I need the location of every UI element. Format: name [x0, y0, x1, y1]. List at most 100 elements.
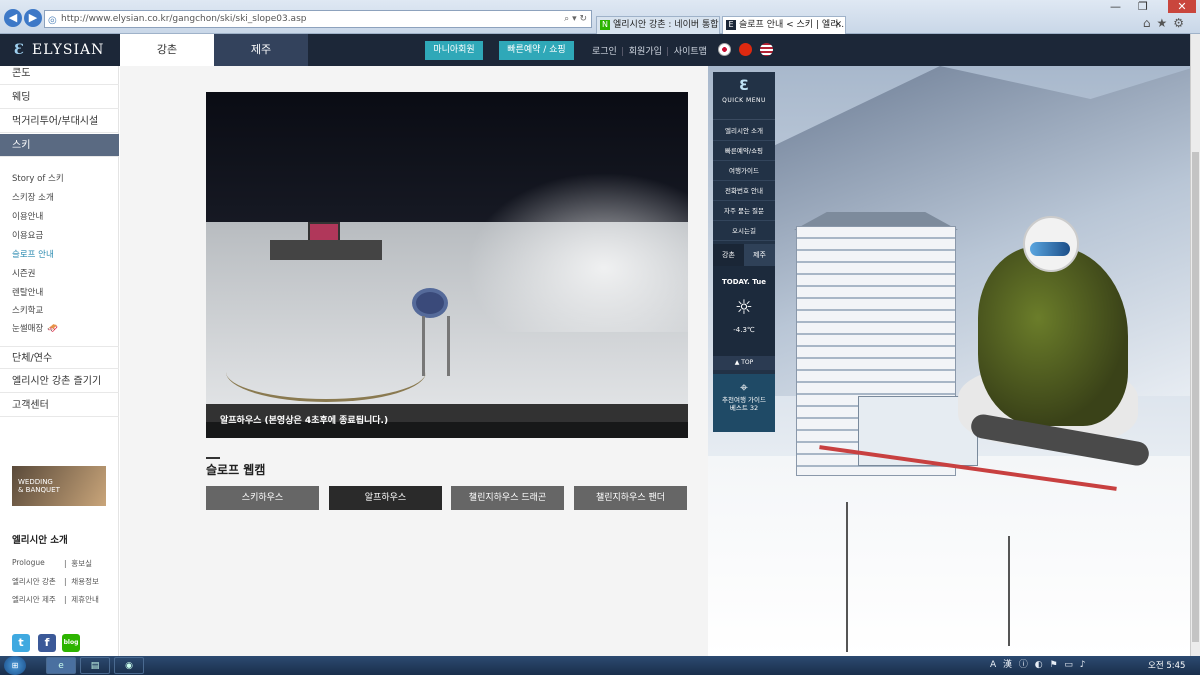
snow-groomer	[270, 222, 382, 272]
sitemap-link[interactable]: 사이트맵	[674, 44, 707, 57]
snow-hose	[226, 342, 426, 402]
sled-icon: 🛷	[47, 324, 59, 334]
wedding-banquet-banner[interactable]: WEDDING & BANQUET	[12, 466, 106, 506]
nav-fees[interactable]: 이용요금	[12, 229, 43, 241]
weather-widget: TODAY. Tue ☼ -4.3℃	[713, 266, 775, 356]
cam-button-challenge-panda[interactable]: 챌린지하우스 팬더	[574, 486, 687, 510]
nav-sledding[interactable]: 눈썰매장 🛷	[12, 322, 59, 334]
quick-menu-logo-icon: Ɛ	[739, 78, 749, 94]
light-pole	[846, 502, 848, 652]
page-scrollbar[interactable]	[1190, 34, 1200, 656]
nav-condo[interactable]: 콘도	[0, 62, 119, 85]
link-pr-office[interactable]: | 홍보실	[64, 558, 92, 569]
forward-icon[interactable]: ▶	[24, 9, 42, 27]
taskbar-chrome-icon[interactable]: ◉	[114, 657, 144, 674]
left-navigation: 콘도 웨딩 먹거리투어/부대시설 스키 Story of 스키 스키장 소개 이…	[0, 66, 119, 656]
twitter-icon[interactable]: t	[12, 634, 30, 652]
home-star-gear-icons[interactable]: ⌂★⚙	[1143, 16, 1190, 30]
system-tray[interactable]: A 漢 ⓘ ◐ ⚑ ▭ ♪	[990, 657, 1088, 670]
start-button-icon[interactable]: ⊞	[4, 656, 26, 675]
region-tab-gangchon[interactable]: 강촌	[120, 34, 214, 66]
groomer-track	[270, 240, 382, 260]
minimize-icon[interactable]: —	[1110, 0, 1121, 13]
nav-ski[interactable]: 스키	[0, 134, 119, 157]
nav-customer-center[interactable]: 고객센터	[0, 394, 119, 417]
browser-tab-naver[interactable]: N 엘리시안 강촌 : 네이버 통합검...	[596, 16, 720, 34]
link-elysian-jeju[interactable]: 엘리시안 제주	[12, 594, 56, 605]
sun-icon: ☼	[735, 295, 753, 319]
nav-season-pass[interactable]: 시즌권	[12, 267, 35, 279]
snowboarder-jacket	[978, 246, 1128, 426]
nav-ski-school[interactable]: 스키학교	[12, 304, 43, 316]
nav-sledding-label: 눈썰매장	[12, 324, 44, 334]
link-recruit[interactable]: | 채용정보	[64, 576, 99, 587]
snow-spray	[466, 172, 688, 332]
nav-ski-intro[interactable]: 스키장 소개	[12, 191, 54, 203]
webcam-view: 알프하우스 (본영상은 4초후에 종료됩니다.)	[206, 92, 688, 438]
site-header: Ɛ ELYSIAN 강촌 제주 마니아회원 빠른예약 / 쇼핑 로그인 | 회원가입…	[0, 34, 1190, 66]
facebook-icon[interactable]: f	[38, 634, 56, 652]
us-flag-icon[interactable]	[760, 43, 773, 56]
nav-wedding[interactable]: 웨딩	[0, 86, 119, 109]
taskbar-clock[interactable]: 오전 5:45	[1148, 659, 1185, 671]
link-prologue[interactable]: Prologue	[12, 558, 45, 567]
close-tab-icon[interactable]: ✕	[834, 17, 842, 33]
ime-indicator[interactable]: A 漢	[990, 660, 1014, 670]
quick-item-travel-guide[interactable]: 여행가이드	[713, 162, 775, 181]
weather-tab-jeju[interactable]: 제주	[744, 244, 775, 266]
nav-enjoy-gangchon[interactable]: 엘리시안 강촌 즐기기	[0, 370, 119, 393]
quick-item-phone[interactable]: 전화번호 안내	[713, 182, 775, 201]
ski-resort-photo	[708, 66, 1190, 656]
quick-item-about[interactable]: 엘리시안 소개	[713, 122, 775, 141]
nav-food-tour[interactable]: 먹거리투어/부대시설	[0, 110, 119, 133]
nav-rental[interactable]: 렌탈안내	[12, 286, 43, 298]
quick-item-faq[interactable]: 자주 묻는 질문	[713, 202, 775, 221]
mania-member-button[interactable]: 마니아회원	[425, 41, 483, 60]
browser-tab-elysian[interactable]: E 슬로프 안내 < 스키 | 엘리... ✕	[722, 16, 846, 34]
scrollbar-thumb[interactable]	[1192, 152, 1199, 642]
address-tools-icon[interactable]: ⌕ ▾ ↻	[564, 11, 587, 27]
signup-link[interactable]: 회원가입	[629, 44, 662, 57]
cam-button-alp-house[interactable]: 알프하우스	[329, 486, 442, 510]
taskbar-ie-icon[interactable]: e	[46, 657, 76, 674]
travel-guide-button[interactable]: ⌖ 추천여행 가이드 베스트 32	[713, 374, 775, 432]
cam-button-ski-house[interactable]: 스키하우스	[206, 486, 319, 510]
cam-button-challenge-dragon[interactable]: 챌린지하우스 드래곤	[451, 486, 564, 510]
weather-region-tabs: 강촌 제주	[713, 244, 775, 266]
chinese-flag-icon[interactable]	[739, 43, 752, 56]
top-button[interactable]: ▲ TOP	[713, 356, 775, 370]
banner-line-2: & BANQUET	[18, 486, 60, 494]
webcam-caption: 알프하우스 (본영상은 4초후에 종료됩니다.)	[206, 404, 688, 438]
guide-line-2: 베스트 32	[729, 404, 759, 412]
blog-icon[interactable]: blog	[62, 634, 80, 652]
browser-toolbar: ◀ ▶ ◎ http://www.elysian.co.kr/gangchon/…	[0, 0, 1200, 34]
weather-tab-gangchon[interactable]: 강촌	[713, 244, 744, 266]
link-partnership[interactable]: | 제휴안내	[64, 594, 99, 605]
korean-flag-icon[interactable]	[718, 43, 731, 56]
link-partnership-label: 제휴안내	[71, 595, 99, 604]
close-window-icon[interactable]: ✕	[1168, 0, 1196, 13]
nav-group[interactable]: 단체/연수	[0, 346, 119, 369]
nav-slope-guide[interactable]: 슬로프 안내	[12, 248, 54, 260]
quick-menu-header: Ɛ QUICK MENU	[713, 72, 775, 120]
maximize-icon[interactable]: ❐	[1138, 0, 1148, 13]
browser-tab-label: 슬로프 안내 < 스키 | 엘리...	[739, 20, 846, 30]
globe-icon: ◎	[48, 15, 57, 26]
region-tab-jeju[interactable]: 제주	[214, 34, 308, 66]
login-link[interactable]: 로그인	[592, 44, 617, 57]
nav-usage-guide[interactable]: 이용안내	[12, 210, 43, 222]
snow-gun-stand	[422, 316, 450, 376]
map-pin-icon: ⌖	[740, 380, 748, 396]
taskbar-folder-icon[interactable]: ▤	[80, 657, 110, 674]
address-bar[interactable]: ◎ http://www.elysian.co.kr/gangchon/ski/…	[44, 10, 592, 28]
nav-story-of-ski[interactable]: Story of 스키	[12, 172, 64, 184]
back-icon[interactable]: ◀	[4, 9, 22, 27]
header-links: 로그인 | 회원가입 | 사이트맵	[592, 44, 709, 57]
quick-item-reserve[interactable]: 빠른예약/쇼핑	[713, 142, 775, 161]
quick-item-directions[interactable]: 오시는길	[713, 222, 775, 241]
elysian-logo[interactable]: Ɛ ELYSIAN	[14, 42, 104, 58]
quick-reserve-button[interactable]: 빠른예약 / 쇼핑	[499, 41, 574, 60]
link-elysian-gangchon[interactable]: 엘리시안 강촌	[12, 576, 56, 587]
address-url: http://www.elysian.co.kr/gangchon/ski/sk…	[61, 14, 307, 24]
main-content: 알프하우스 (본영상은 4초후에 종료됩니다.) 슬로프 웹캠 스키하우스 알프…	[120, 66, 708, 656]
